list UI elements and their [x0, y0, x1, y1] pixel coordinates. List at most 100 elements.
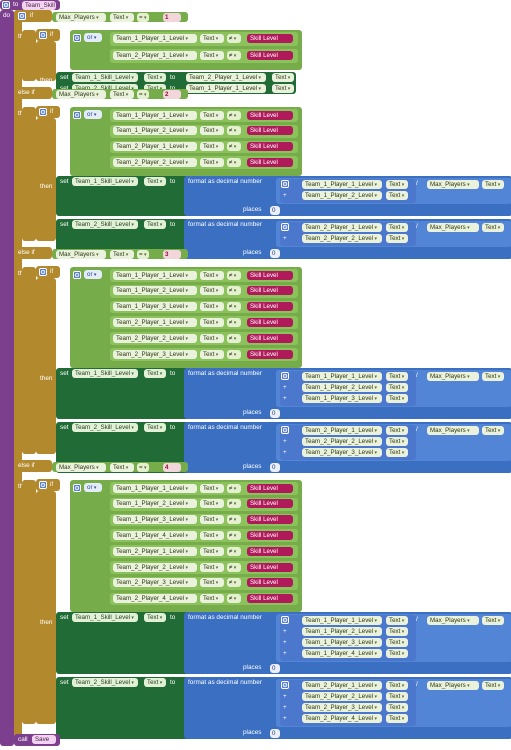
- skill-level-string[interactable]: Skill Level: [247, 50, 293, 60]
- neq-operator-dropdown[interactable]: ≠: [227, 515, 241, 525]
- text-dropdown[interactable]: Text: [144, 613, 166, 623]
- player-level-getter[interactable]: Team_1_Player_1_Level: [113, 110, 197, 120]
- skill-level-string[interactable]: Skill Level: [247, 142, 293, 152]
- text-dropdown[interactable]: Text: [200, 578, 224, 588]
- skill-level-string[interactable]: Skill Level: [247, 333, 293, 343]
- number-literal[interactable]: 2: [163, 90, 181, 99]
- mutator-gear-icon[interactable]: [39, 31, 47, 39]
- inner-if-arm-1[interactable]: [36, 118, 56, 241]
- neq-operator-dropdown[interactable]: ≠: [227, 110, 241, 120]
- places-value[interactable]: 0: [270, 206, 280, 216]
- text-dropdown[interactable]: Text: [386, 393, 408, 403]
- swap-source-getter[interactable]: Team_1_Player_1_Level: [186, 84, 266, 93]
- neq-operator-dropdown[interactable]: ≠: [227, 499, 241, 509]
- player-level-getter[interactable]: Team_1_Player_1_Level: [302, 180, 382, 190]
- set-target-team1[interactable]: Team_1_Skill_Level: [72, 73, 138, 82]
- then-arm-2[interactable]: [22, 267, 36, 454]
- text-dropdown[interactable]: Text: [200, 33, 224, 43]
- player-level-getter[interactable]: Team_2_Player_3_Level: [113, 578, 197, 588]
- text-dropdown[interactable]: Text: [386, 382, 408, 392]
- set-target-team2[interactable]: Team_2_Skill_Level: [72, 220, 138, 230]
- text-dropdown[interactable]: Text: [386, 223, 408, 233]
- neq-operator-dropdown[interactable]: ≠: [227, 333, 241, 343]
- skill-level-string[interactable]: Skill Level: [247, 594, 293, 604]
- player-level-getter[interactable]: Team_1_Player_2_Level: [113, 286, 197, 296]
- text-dropdown[interactable]: Text: [386, 638, 408, 648]
- mutator-gear-icon[interactable]: [73, 34, 81, 42]
- neq-operator-dropdown[interactable]: ≠: [227, 349, 241, 359]
- text-dropdown[interactable]: Text: [200, 142, 224, 152]
- call-procedure-name[interactable]: Save: [32, 735, 56, 744]
- text-dropdown[interactable]: Text: [386, 180, 408, 190]
- then-arm-1[interactable]: [22, 107, 36, 241]
- max-players-getter[interactable]: Max_Players: [427, 180, 479, 190]
- mutator-gear-icon[interactable]: [39, 268, 47, 276]
- places-value[interactable]: 0: [270, 249, 280, 259]
- text-dropdown[interactable]: Text: [200, 317, 224, 327]
- player-level-getter[interactable]: Team_1_Player_1_Level: [302, 616, 382, 626]
- set-target-team1[interactable]: Team_1_Skill_Level: [72, 613, 138, 623]
- max-players-getter[interactable]: Max_Players: [427, 681, 479, 691]
- skill-level-string[interactable]: Skill Level: [247, 286, 293, 296]
- mutator-gear-icon[interactable]: [73, 111, 81, 119]
- text-dropdown[interactable]: Text: [200, 562, 224, 572]
- neq-operator-dropdown[interactable]: ≠: [227, 483, 241, 493]
- text-dropdown[interactable]: Text: [200, 286, 224, 296]
- max-players-getter[interactable]: Max_Players: [427, 425, 479, 435]
- text-dropdown[interactable]: Text: [482, 223, 504, 233]
- player-level-getter[interactable]: Team_1_Player_2_Level: [113, 499, 197, 509]
- text-dropdown[interactable]: Text: [386, 447, 408, 457]
- neq-operator-dropdown[interactable]: ≠: [227, 302, 241, 312]
- procedure-body-bar[interactable]: [0, 10, 14, 746]
- text-dropdown[interactable]: Text: [386, 425, 408, 435]
- player-level-getter[interactable]: Team_1_Player_4_Level: [302, 649, 382, 659]
- text-dropdown[interactable]: Text: [386, 692, 408, 702]
- text-dropdown[interactable]: Text: [200, 110, 224, 120]
- text-dropdown[interactable]: Text: [482, 180, 504, 190]
- text-dropdown[interactable]: Text: [386, 234, 408, 244]
- skill-level-string[interactable]: Skill Level: [247, 270, 293, 280]
- neq-operator-dropdown[interactable]: ≠: [227, 270, 241, 280]
- text-dropdown[interactable]: Text: [200, 483, 224, 493]
- text-dropdown[interactable]: Text: [386, 649, 408, 659]
- player-level-getter[interactable]: Team_1_Player_2_Level: [302, 191, 382, 201]
- neq-operator-dropdown[interactable]: ≠: [227, 50, 241, 60]
- player-level-getter[interactable]: Team_2_Player_1_Level: [113, 546, 197, 556]
- text-dropdown[interactable]: Text: [144, 368, 166, 378]
- text-dropdown[interactable]: Text: [200, 333, 224, 343]
- player-level-getter[interactable]: Team_2_Player_3_Level: [302, 447, 382, 457]
- skill-level-string[interactable]: Skill Level: [247, 349, 293, 359]
- mutator-gear-icon[interactable]: [281, 616, 289, 625]
- player-level-getter[interactable]: Team_2_Player_4_Level: [302, 714, 382, 724]
- text-dropdown[interactable]: Text: [200, 546, 224, 556]
- player-level-getter[interactable]: Team_2_Player_1_Level: [113, 50, 197, 60]
- text-dropdown[interactable]: Text: [200, 50, 224, 60]
- mutator-gear-icon[interactable]: [73, 271, 81, 279]
- neq-operator-dropdown[interactable]: ≠: [227, 33, 241, 43]
- mutator-gear-icon[interactable]: [39, 108, 47, 116]
- text-dropdown[interactable]: Text: [144, 422, 166, 432]
- skill-level-string[interactable]: Skill Level: [247, 515, 293, 525]
- max-players-getter[interactable]: Max_Players: [427, 616, 479, 626]
- set-target-team1[interactable]: Team_1_Skill_Level: [72, 177, 138, 187]
- player-level-getter[interactable]: Team_2_Player_2_Level: [302, 692, 382, 702]
- skill-level-string[interactable]: Skill Level: [247, 483, 293, 493]
- player-level-getter[interactable]: Team_2_Player_4_Level: [113, 594, 197, 604]
- text-dropdown[interactable]: Text: [200, 530, 224, 540]
- neq-operator-dropdown[interactable]: ≠: [227, 594, 241, 604]
- skill-level-string[interactable]: Skill Level: [247, 317, 293, 327]
- or-dropdown[interactable]: or: [84, 110, 102, 119]
- then-arm-3[interactable]: [22, 480, 36, 724]
- text-dropdown[interactable]: Text: [200, 302, 224, 312]
- max-players-getter[interactable]: Max_Players: [427, 371, 479, 381]
- places-value[interactable]: 0: [270, 729, 280, 739]
- player-level-getter[interactable]: Team_1_Player_1_Level: [302, 371, 382, 381]
- swap-source-getter[interactable]: Team_2_Player_1_Level: [186, 73, 266, 82]
- max-players-getter[interactable]: Max_Players: [56, 13, 106, 22]
- text-dropdown[interactable]: Text: [386, 703, 408, 713]
- neq-operator-dropdown[interactable]: ≠: [227, 157, 241, 167]
- set-target-team1[interactable]: Team_1_Skill_Level: [72, 368, 138, 378]
- inner-if-arm-2[interactable]: [36, 278, 56, 454]
- if-block-spine[interactable]: [14, 10, 22, 740]
- text-dropdown[interactable]: Text: [482, 371, 504, 381]
